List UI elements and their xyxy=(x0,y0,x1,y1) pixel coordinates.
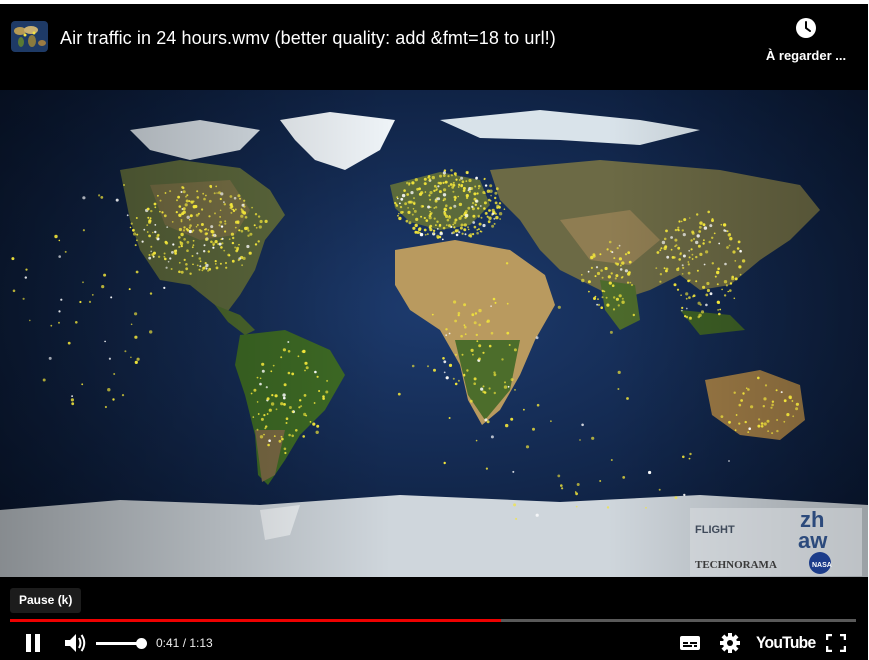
volume-slider-handle[interactable] xyxy=(136,638,147,649)
globe-icon xyxy=(11,21,48,52)
watch-later-label: À regarder ... xyxy=(765,48,847,63)
sponsor-logos: FLIGHT zh aw TECHNORAMA NASA xyxy=(690,507,862,576)
video-title[interactable]: Air traffic in 24 hours.wmv (better qual… xyxy=(60,28,556,49)
subtitles-icon xyxy=(680,636,700,650)
pause-tooltip: Pause (k) xyxy=(10,588,82,613)
title-bar: Air traffic in 24 hours.wmv (better qual… xyxy=(0,4,868,90)
mute-button[interactable] xyxy=(60,626,90,660)
world-map-image: FLIGHT zh aw TECHNORAMA NASA xyxy=(0,90,868,577)
youtube-logo[interactable]: YouTube xyxy=(756,626,816,660)
channel-avatar[interactable] xyxy=(11,21,48,52)
clock-icon xyxy=(796,18,816,38)
fullscreen-button[interactable] xyxy=(822,626,850,660)
play-pause-button[interactable] xyxy=(18,626,48,660)
volume-slider[interactable] xyxy=(96,638,147,649)
time-display: 0:41 / 1:13 xyxy=(156,636,213,650)
fullscreen-icon xyxy=(826,634,846,652)
video-player[interactable]: Air traffic in 24 hours.wmv (better qual… xyxy=(0,4,868,660)
progress-bar[interactable] xyxy=(10,619,856,622)
gear-icon xyxy=(720,633,740,653)
settings-button[interactable] xyxy=(716,626,744,660)
technorama-logo-text: TECHNORAMA xyxy=(695,559,777,571)
subtitles-button[interactable] xyxy=(676,626,704,660)
nasa-logo-text: NASA xyxy=(812,562,832,569)
progress-played xyxy=(10,619,501,622)
pause-icon xyxy=(26,634,40,652)
aw-logo-text: aw xyxy=(798,528,828,553)
watch-later-button[interactable]: À regarder ... xyxy=(760,16,852,72)
flight-logo-text: FLIGHT xyxy=(695,524,735,536)
video-frame[interactable]: FLIGHT zh aw TECHNORAMA NASA xyxy=(0,90,868,577)
volume-icon xyxy=(65,634,86,652)
control-bar: 0:41 / 1:13 YouTube xyxy=(0,626,868,660)
